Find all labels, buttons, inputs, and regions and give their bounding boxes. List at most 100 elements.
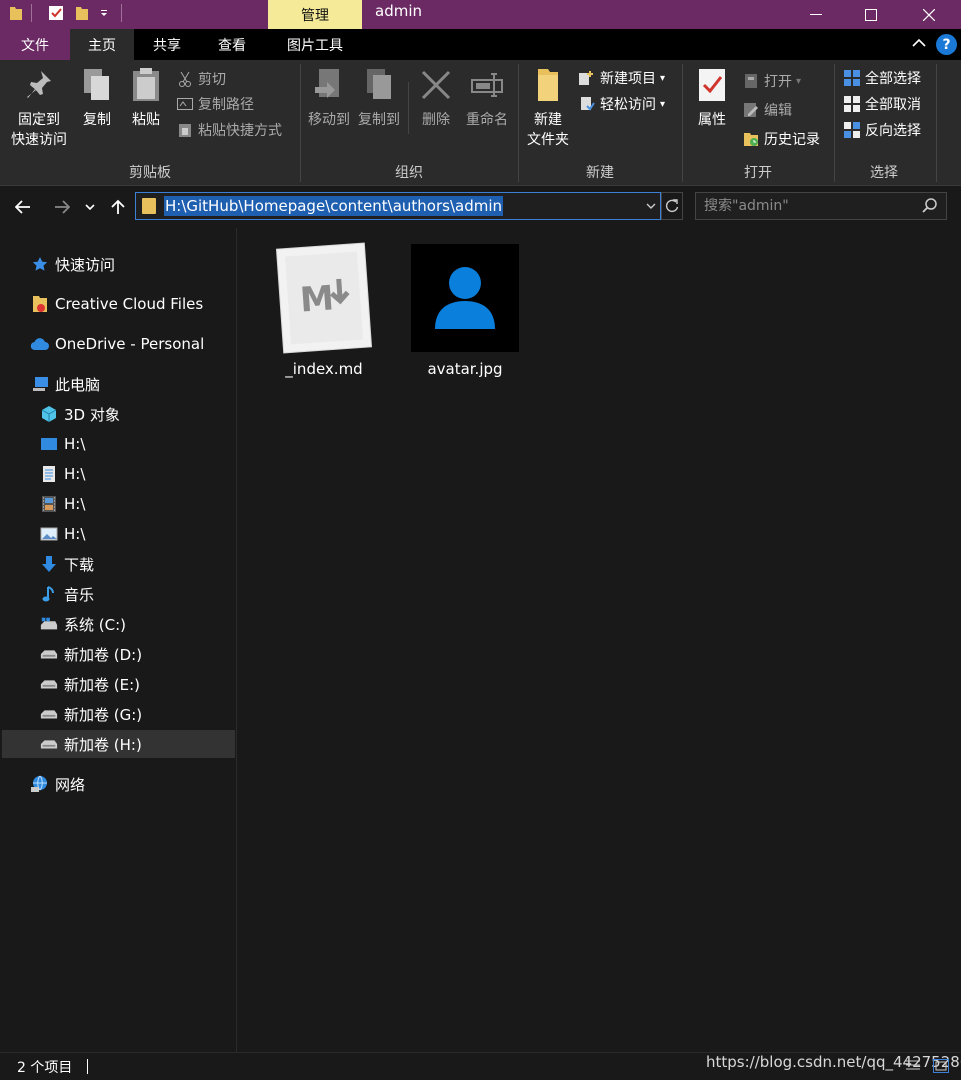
item-count: 2 个项目 bbox=[17, 1060, 73, 1076]
maximize-button[interactable] bbox=[848, 0, 894, 29]
copy-path-button[interactable]: 复制路径 bbox=[176, 93, 254, 115]
watermark-text: https://blog.csdn.net/qq_44275286 bbox=[706, 1053, 961, 1071]
nav-item-drive-d[interactable]: 新加卷 (D:) bbox=[40, 639, 142, 669]
copy-label: 复制 bbox=[83, 112, 111, 128]
toolbar-divider bbox=[31, 4, 32, 22]
title-bar: 管理 admin bbox=[0, 0, 961, 29]
up-button[interactable] bbox=[107, 194, 129, 220]
hard-drive-icon bbox=[40, 675, 58, 693]
delete-x-icon bbox=[418, 66, 454, 104]
tab-file[interactable]: 文件 bbox=[0, 29, 70, 60]
invert-selection-button[interactable]: 反向选择 bbox=[843, 119, 921, 141]
new-folder-icon[interactable] bbox=[74, 4, 90, 22]
customize-dropdown-icon[interactable] bbox=[96, 4, 112, 22]
picture-icon bbox=[40, 525, 58, 543]
nav-item-downloads[interactable]: 下载 bbox=[40, 549, 94, 579]
file-name: _index.md bbox=[285, 360, 363, 378]
history-button[interactable]: 历史记录 bbox=[742, 128, 820, 150]
nav-item-quick-access[interactable]: 快速访问 bbox=[32, 249, 115, 279]
select-all-button[interactable]: 全部选择 bbox=[843, 67, 921, 89]
nav-label: 快速访问 bbox=[55, 255, 116, 274]
chevron-down-icon: ▾ bbox=[796, 75, 802, 87]
network-globe-icon bbox=[30, 775, 50, 793]
nav-item-drive-g[interactable]: 新加卷 (G:) bbox=[40, 699, 142, 729]
tab-share[interactable]: 共享 bbox=[134, 29, 200, 60]
open-button[interactable]: 打开 ▾ bbox=[742, 70, 801, 92]
select-group-label: 选择 bbox=[870, 165, 898, 181]
search-input[interactable] bbox=[704, 196, 914, 216]
edit-button[interactable]: 编辑 bbox=[742, 99, 792, 121]
properties-check-icon[interactable] bbox=[48, 4, 64, 22]
nav-item-onedrive[interactable]: OneDrive - Personal bbox=[30, 329, 204, 359]
delete-button[interactable]: 删除 bbox=[418, 66, 454, 130]
nav-item-3d-objects[interactable]: 3D 对象 bbox=[40, 399, 120, 429]
easy-access-label: 轻松访问 bbox=[600, 97, 656, 113]
address-path[interactable]: H:\GitHub\Homepage\content\authors\admin bbox=[164, 196, 504, 216]
status-divider bbox=[87, 1059, 88, 1074]
new-folder-button[interactable]: 新建 文件夹 bbox=[524, 66, 572, 150]
nav-item-h-documents[interactable]: H:\ bbox=[40, 459, 85, 489]
file-list: M _index.md avatar.jpg bbox=[238, 228, 961, 1052]
move-to-label: 移动到 bbox=[308, 112, 350, 128]
rename-button[interactable]: 重命名 bbox=[462, 66, 512, 130]
tab-manage[interactable]: 管理 bbox=[268, 0, 362, 29]
onedrive-cloud-icon bbox=[30, 335, 50, 353]
move-to-button[interactable]: 移动到 bbox=[305, 66, 353, 130]
nav-label: H:\ bbox=[64, 525, 86, 543]
new-item-label: 新建项目 bbox=[600, 71, 656, 87]
details-view-icon[interactable] bbox=[905, 1059, 921, 1073]
properties-check-icon bbox=[694, 66, 730, 104]
refresh-button[interactable] bbox=[661, 192, 683, 220]
nav-item-this-pc[interactable]: 此电脑 bbox=[32, 369, 100, 399]
pin-to-quick-access-button[interactable]: 固定到 快速访问 bbox=[8, 66, 70, 150]
nav-item-drive-h[interactable]: 新加卷 (H:) bbox=[40, 729, 142, 759]
nav-item-music[interactable]: 音乐 bbox=[40, 579, 94, 609]
folder-icon bbox=[142, 198, 156, 214]
cut-button[interactable]: 剪切 bbox=[176, 68, 226, 90]
computer-icon bbox=[32, 375, 49, 393]
help-icon[interactable]: ? bbox=[936, 34, 957, 55]
paste-shortcut-button[interactable]: 粘贴快捷方式 bbox=[176, 119, 282, 141]
hard-drive-icon bbox=[40, 735, 58, 753]
new-item-button[interactable]: 新建项目 ▾ bbox=[578, 67, 665, 89]
star-icon bbox=[32, 255, 48, 273]
tab-home[interactable]: 主页 bbox=[70, 29, 134, 60]
recent-locations-button[interactable] bbox=[82, 194, 98, 220]
chevron-down-icon: ▾ bbox=[660, 72, 666, 84]
file-item-index-md[interactable]: M _index.md bbox=[264, 242, 384, 378]
forward-button[interactable] bbox=[51, 194, 73, 220]
select-none-button[interactable]: 全部取消 bbox=[843, 93, 921, 115]
copy-button[interactable]: 复制 bbox=[77, 66, 117, 130]
nav-label: Creative Cloud Files bbox=[55, 295, 204, 313]
search-icon[interactable] bbox=[921, 197, 939, 215]
tab-picture-tools[interactable]: 图片工具 bbox=[268, 29, 362, 60]
nav-item-drive-e[interactable]: 新加卷 (E:) bbox=[40, 669, 140, 699]
invert-selection-icon bbox=[843, 121, 861, 139]
paste-button[interactable]: 粘贴 bbox=[126, 66, 166, 130]
nav-item-h-desktop[interactable]: H:\ bbox=[40, 429, 85, 459]
large-icons-view-icon[interactable] bbox=[933, 1059, 949, 1073]
close-button[interactable] bbox=[906, 0, 952, 29]
back-button[interactable] bbox=[12, 194, 34, 220]
nav-item-drive-c[interactable]: 系统 (C:) bbox=[40, 609, 126, 639]
nav-item-network[interactable]: 网络 bbox=[30, 769, 85, 799]
nav-label: 3D 对象 bbox=[64, 405, 120, 424]
address-history-dropdown[interactable] bbox=[641, 192, 661, 220]
minimize-button[interactable] bbox=[793, 0, 839, 29]
search-box[interactable] bbox=[695, 192, 947, 220]
collapse-ribbon-icon[interactable] bbox=[912, 36, 926, 52]
tab-view[interactable]: 查看 bbox=[200, 29, 264, 60]
copy-to-button[interactable]: 复制到 bbox=[355, 66, 403, 130]
nav-item-creative-cloud[interactable]: Creative Cloud Files bbox=[32, 289, 203, 319]
rename-label: 重命名 bbox=[466, 112, 508, 128]
easy-access-button[interactable]: 轻松访问 ▾ bbox=[578, 93, 665, 115]
scissors-icon bbox=[176, 70, 194, 88]
properties-button[interactable]: 属性 bbox=[692, 66, 732, 130]
nav-label: H:\ bbox=[64, 465, 86, 483]
pin-icon bbox=[21, 66, 57, 104]
file-item-avatar-jpg[interactable]: avatar.jpg bbox=[405, 242, 525, 378]
folder-icon[interactable] bbox=[8, 4, 24, 22]
nav-item-h-videos[interactable]: H:\ bbox=[40, 489, 85, 519]
address-field[interactable]: H:\GitHub\Homepage\content\authors\admin bbox=[135, 192, 661, 220]
nav-item-h-pictures[interactable]: H:\ bbox=[40, 519, 85, 549]
